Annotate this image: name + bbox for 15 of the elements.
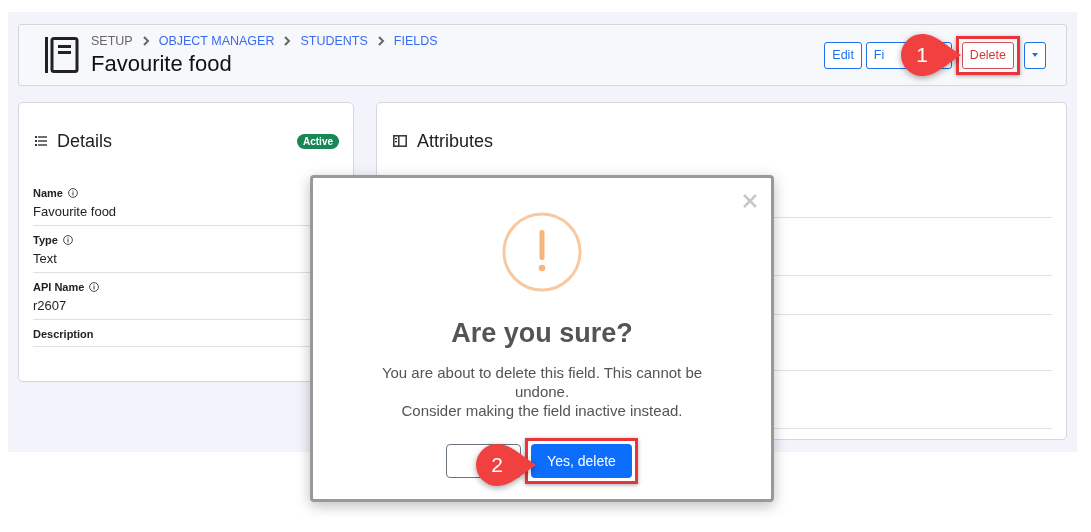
dialog-message: Consider making the field inactive instead.: [400, 401, 684, 420]
dialog-message: You are about to delete this field. This cannot be undone.: [380, 363, 704, 401]
field-value: Text: [33, 251, 58, 266]
breadcrumb-item: SETUP: [91, 33, 133, 48]
field-label: Type: [33, 234, 58, 246]
card-title: Attributes: [417, 130, 495, 152]
field-value: Favourite food: [33, 204, 118, 219]
status-badge: Active: [297, 133, 339, 149]
card-title: Details: [57, 130, 114, 152]
field-label: API Name: [33, 281, 85, 293]
field-label: Description: [33, 328, 94, 340]
dialog-title: Are you sure?: [451, 318, 633, 349]
field-label: Name: [33, 187, 63, 199]
page-title: Favourite food: [91, 50, 233, 77]
field-value: r2607: [33, 298, 68, 313]
